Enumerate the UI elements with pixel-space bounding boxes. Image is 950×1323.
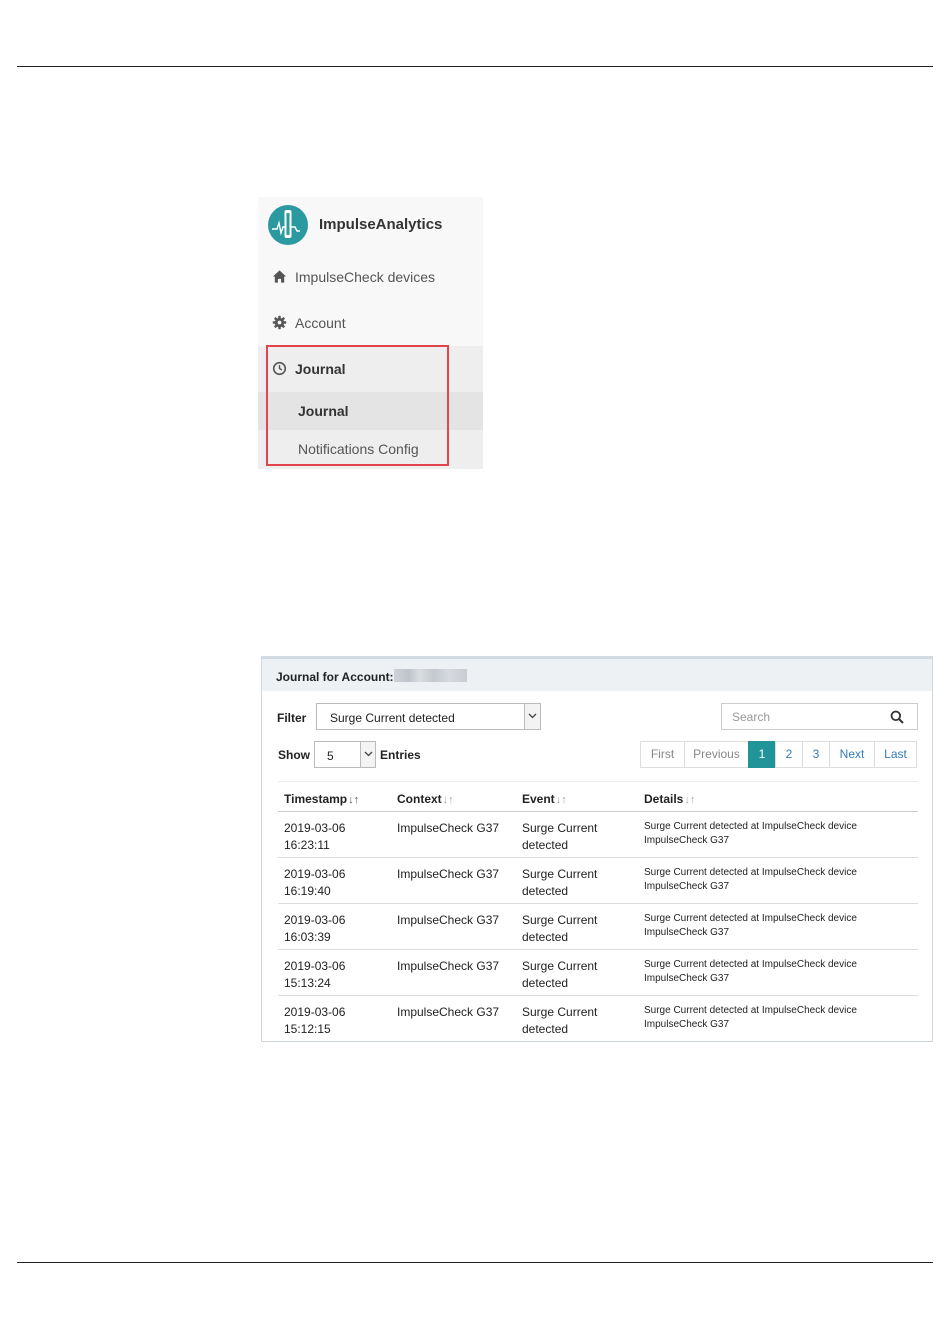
page-first[interactable]: First bbox=[640, 741, 685, 768]
filter-label: Filter bbox=[277, 711, 307, 725]
search-icon[interactable] bbox=[890, 710, 904, 724]
journal-panel: Journal for Account: Filter Surge Curren… bbox=[261, 656, 933, 1042]
table-row[interactable]: 2019-03-06 15:12:15 ImpulseCheck G37 Surg… bbox=[278, 996, 918, 1042]
details-cell: Surge Current detected at ImpulseCheck d… bbox=[644, 821, 857, 846]
event-cell: Surge Current detected bbox=[522, 821, 598, 852]
panel-title: Journal for Account: bbox=[276, 670, 394, 684]
impulse-logo-icon bbox=[268, 205, 308, 245]
panel-header: Journal for Account: bbox=[262, 659, 932, 691]
context-cell: ImpulseCheck G37 bbox=[397, 867, 500, 881]
event-cell: Surge Current detected bbox=[522, 913, 598, 944]
details-cell: Surge Current detected at ImpulseCheck d… bbox=[644, 1005, 857, 1030]
table-row[interactable]: 2019-03-06 15:13:24 ImpulseCheck G37 Surg… bbox=[278, 950, 918, 996]
brand[interactable]: ImpulseAnalytics bbox=[258, 197, 483, 251]
page-header-rule bbox=[17, 66, 933, 67]
page-2[interactable]: 2 bbox=[775, 741, 803, 768]
pagination: First Previous 1 2 3 Next Last bbox=[640, 741, 917, 768]
sort-icon: ↓↑ bbox=[555, 794, 567, 806]
home-icon bbox=[272, 270, 287, 283]
event-cell: Surge Current detected bbox=[522, 867, 598, 898]
filter-select[interactable]: Surge Current detected bbox=[316, 703, 541, 730]
table-row[interactable]: 2019-03-06 16:03:39 ImpulseCheck G37 Surg… bbox=[278, 904, 918, 950]
details-cell: Surge Current detected at ImpulseCheck d… bbox=[644, 867, 857, 892]
column-header-context[interactable]: Context↓↑ bbox=[397, 792, 454, 806]
show-label: Show bbox=[278, 748, 310, 762]
search-box[interactable] bbox=[721, 703, 918, 730]
column-header-timestamp[interactable]: Timestamp↓↑ bbox=[284, 792, 359, 806]
timestamp-cell: 2019-03-06 15:13:24 bbox=[284, 959, 346, 990]
column-header-details[interactable]: Details↓↑ bbox=[644, 792, 695, 806]
sidebar-item-label: ImpulseCheck devices bbox=[295, 269, 436, 285]
account-name-redacted bbox=[394, 669, 467, 682]
sort-icon: ↓↑ bbox=[684, 794, 696, 806]
details-cell: Surge Current detected at ImpulseCheck d… bbox=[644, 959, 857, 984]
page-last[interactable]: Last bbox=[874, 741, 917, 768]
sort-desc-icon: ↓↑ bbox=[348, 794, 360, 806]
page-next[interactable]: Next bbox=[829, 741, 875, 768]
chevron-down-icon bbox=[528, 713, 537, 719]
table-header: Timestamp↓↑ Context↓↑ Event↓↑ Details↓↑ bbox=[278, 781, 918, 812]
page-3[interactable]: 3 bbox=[802, 741, 830, 768]
details-cell: Surge Current detected at ImpulseCheck d… bbox=[644, 913, 857, 938]
timestamp-cell: 2019-03-06 16:23:11 bbox=[284, 821, 346, 852]
highlight-box bbox=[266, 345, 449, 466]
timestamp-cell: 2019-03-06 16:19:40 bbox=[284, 867, 346, 898]
column-header-event[interactable]: Event↓↑ bbox=[522, 792, 567, 806]
sort-icon: ↓↑ bbox=[442, 794, 454, 806]
page-previous[interactable]: Previous bbox=[684, 741, 749, 768]
timestamp-cell: 2019-03-06 15:12:15 bbox=[284, 1005, 346, 1036]
chevron-down-icon bbox=[364, 751, 373, 757]
page-footer-rule bbox=[17, 1262, 933, 1263]
sidebar-item-label: Account bbox=[295, 315, 346, 331]
timestamp-cell: 2019-03-06 16:03:39 bbox=[284, 913, 346, 944]
context-cell: ImpulseCheck G37 bbox=[397, 913, 500, 927]
context-cell: ImpulseCheck G37 bbox=[397, 1005, 500, 1019]
gear-icon bbox=[272, 315, 287, 330]
filter-value: Surge Current detected bbox=[330, 711, 455, 725]
context-cell: ImpulseCheck G37 bbox=[397, 959, 500, 973]
event-cell: Surge Current detected bbox=[522, 1005, 598, 1036]
search-input[interactable] bbox=[722, 704, 887, 729]
brand-name: ImpulseAnalytics bbox=[319, 216, 443, 233]
filter-dropdown-button[interactable] bbox=[524, 704, 540, 729]
context-cell: ImpulseCheck G37 bbox=[397, 821, 500, 835]
entries-value: 5 bbox=[327, 749, 334, 763]
sidebar-item-account[interactable]: Account bbox=[258, 300, 483, 346]
entries-select[interactable]: 5 bbox=[314, 741, 376, 768]
entries-dropdown-button[interactable] bbox=[360, 742, 375, 767]
table-row[interactable]: 2019-03-06 16:23:11 ImpulseCheck G37 Surg… bbox=[278, 812, 918, 858]
page-1[interactable]: 1 bbox=[748, 741, 776, 768]
event-cell: Surge Current detected bbox=[522, 959, 598, 990]
sidebar-item-devices[interactable]: ImpulseCheck devices bbox=[258, 254, 483, 300]
entries-label: Entries bbox=[380, 748, 421, 762]
table-row[interactable]: 2019-03-06 16:19:40 ImpulseCheck G37 Surg… bbox=[278, 858, 918, 904]
